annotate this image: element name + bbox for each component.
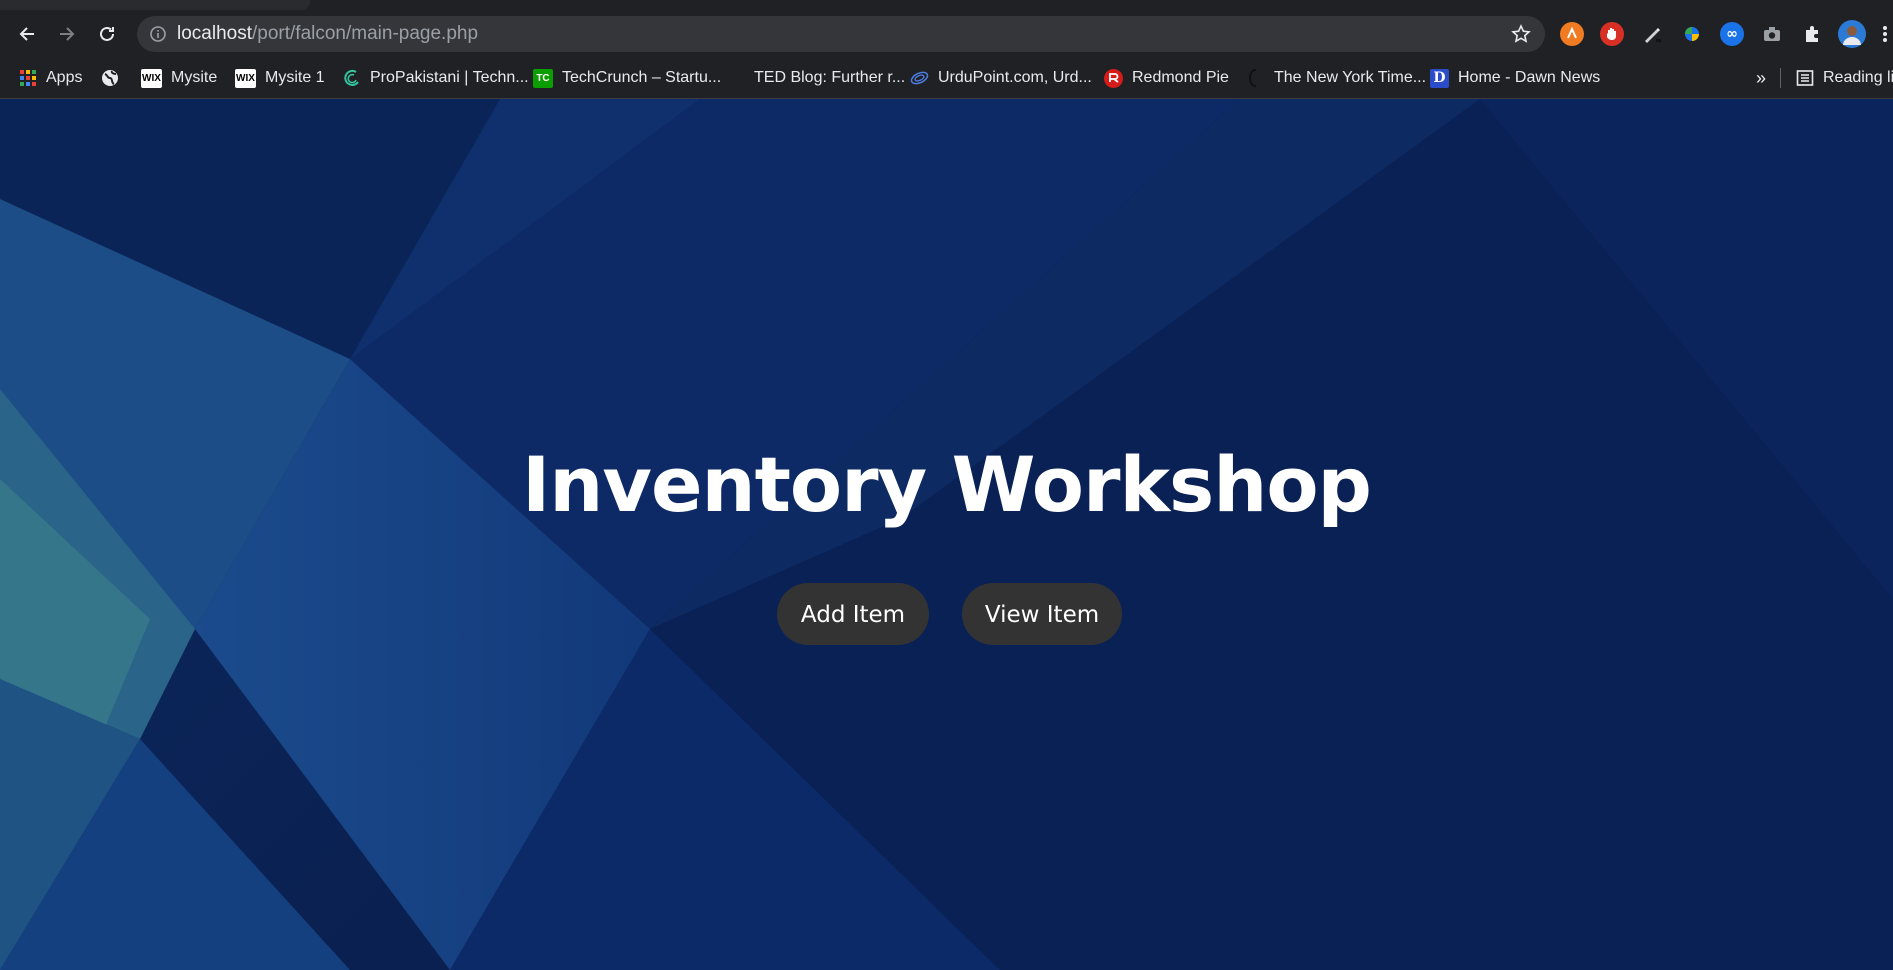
nytimes-icon xyxy=(1246,69,1265,88)
pen-tool-icon[interactable] xyxy=(1640,22,1664,46)
tab-strip xyxy=(0,0,1893,10)
bookmarks-bar: Apps WIX Mysite WIX Mysite 1 ProPakistan… xyxy=(0,58,1893,99)
arrow-left-icon xyxy=(19,27,34,41)
url-path: /port/falcon/main-page.php xyxy=(252,23,479,44)
extensions-puzzle-icon[interactable] xyxy=(1800,22,1824,46)
reading-list-icon xyxy=(1795,69,1814,88)
camera-icon[interactable] xyxy=(1760,22,1784,46)
bookmark-dawn[interactable]: D Home - Dawn News xyxy=(1430,58,1600,98)
bookmark-ted[interactable]: TED Blog: Further r... xyxy=(726,58,905,98)
urdupoint-icon xyxy=(910,69,929,88)
bookmark-label: The New York Time... xyxy=(1274,69,1427,86)
browser-toolbar: localhost/port/falcon/main-page.php ∞ xyxy=(0,10,1893,58)
bookmark-star-icon[interactable] xyxy=(1511,24,1531,44)
reload-button[interactable] xyxy=(93,20,121,48)
url-host: localhost xyxy=(177,23,252,44)
bookmark-label: TechCrunch – Startu... xyxy=(562,69,722,86)
apps-grid-icon xyxy=(18,69,37,88)
bookmark-label: TED Blog: Further r... xyxy=(754,69,906,86)
bookmark-label: Redmond Pie xyxy=(1132,69,1229,86)
bookmark-label: Home - Dawn News xyxy=(1458,69,1601,86)
forward-button[interactable] xyxy=(53,20,81,48)
bookmark-redmondpie[interactable]: Redmond Pie xyxy=(1104,58,1229,98)
extension-orange-icon[interactable] xyxy=(1560,22,1584,46)
techcrunch-icon: TC xyxy=(533,68,553,88)
reading-list-button[interactable]: Reading list xyxy=(1795,58,1893,98)
infinity-extension-icon[interactable]: ∞ xyxy=(1720,22,1744,46)
adblock-hand-icon[interactable] xyxy=(1600,22,1624,46)
site-info-icon[interactable] xyxy=(149,25,167,43)
bookmark-label: Apps xyxy=(46,69,83,86)
bookmark-globe[interactable] xyxy=(100,58,119,98)
menu-kebab-icon[interactable] xyxy=(1880,22,1890,46)
bookmarks-divider xyxy=(1780,68,1781,88)
ted-icon xyxy=(726,69,745,88)
bookmark-label: Mysite xyxy=(171,69,218,86)
propakistani-icon xyxy=(342,69,361,88)
hero-section: Inventory Workshop Add Item View Item xyxy=(0,99,1893,970)
page-viewport: Inventory Workshop Add Item View Item xyxy=(0,99,1893,970)
bookmarks-overflow-button[interactable]: » xyxy=(1756,58,1766,98)
active-tab-edge[interactable] xyxy=(0,0,310,10)
reading-list-label: Reading list xyxy=(1823,69,1893,86)
globe-icon xyxy=(100,69,119,88)
bookmark-label: Mysite 1 xyxy=(265,69,325,86)
bookmark-mysite-1[interactable]: WIX Mysite 1 xyxy=(235,58,325,98)
bookmark-mysite[interactable]: WIX Mysite xyxy=(141,58,217,98)
dawn-icon: D xyxy=(1430,68,1449,88)
bookmark-urdupoint[interactable]: UrduPoint.com, Urd... xyxy=(910,58,1092,98)
wix-icon: WIX xyxy=(141,68,162,88)
bookmark-techcrunch[interactable]: TC TechCrunch – Startu... xyxy=(533,58,721,98)
reload-icon xyxy=(100,26,114,41)
back-button[interactable] xyxy=(13,20,41,48)
arrow-right-icon xyxy=(60,27,75,41)
wix-icon: WIX xyxy=(235,68,256,88)
view-item-button[interactable]: View Item xyxy=(962,583,1122,645)
redmondpie-icon xyxy=(1104,68,1123,88)
chevron-double-right-icon: » xyxy=(1756,67,1767,88)
add-item-button[interactable]: Add Item xyxy=(777,583,929,645)
bookmark-apps[interactable]: Apps xyxy=(18,58,82,98)
address-bar[interactable]: localhost/port/falcon/main-page.php xyxy=(137,16,1545,52)
bookmark-nytimes[interactable]: The New York Time... xyxy=(1246,58,1426,98)
page-title: Inventory Workshop xyxy=(522,440,1372,529)
bookmark-label: UrduPoint.com, Urd... xyxy=(938,69,1092,86)
url-text[interactable]: localhost/port/falcon/main-page.php xyxy=(177,16,478,52)
bookmark-propakistani[interactable]: ProPakistani | Techn... xyxy=(342,58,529,98)
profile-avatar[interactable] xyxy=(1838,20,1866,48)
bookmark-label: ProPakistani | Techn... xyxy=(370,69,529,86)
colorful-globe-icon[interactable] xyxy=(1680,22,1704,46)
